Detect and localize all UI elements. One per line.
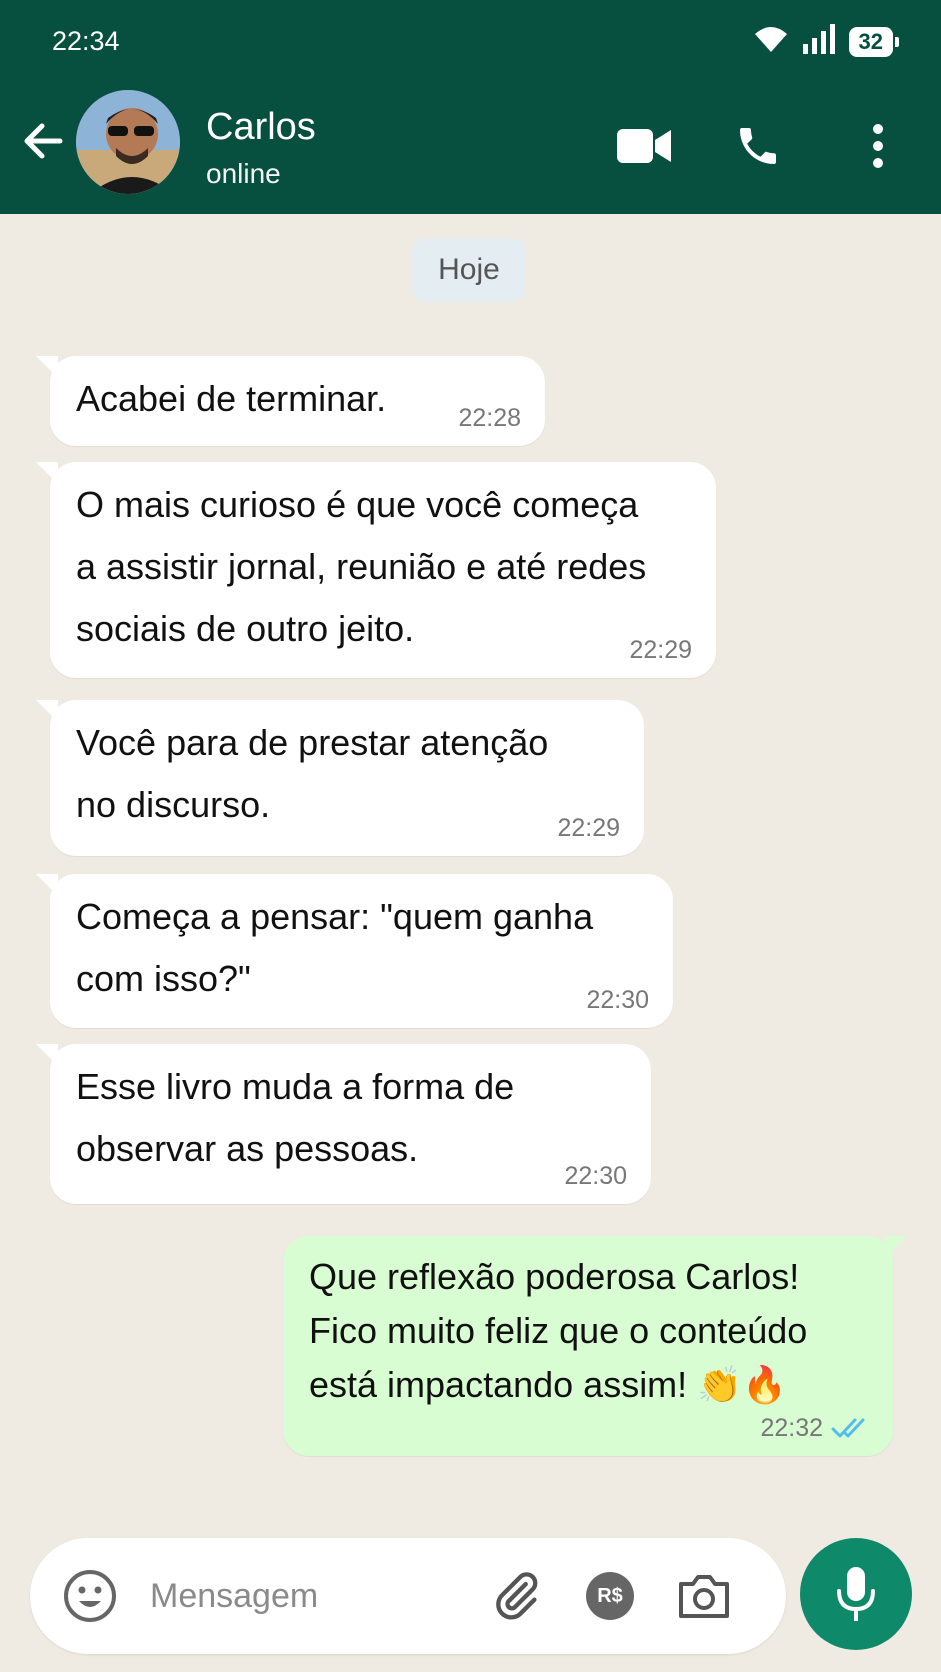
phone-icon [740, 128, 776, 164]
message-time: 22:30 [564, 1162, 627, 1190]
message-bubble[interactable]: O mais curioso é que você começa a assis… [36, 462, 716, 678]
whatsapp-chat-screen: 22:34 32 Carlos online Hoje Acabei de te… [0, 0, 941, 1672]
attach-button[interactable] [486, 1566, 546, 1626]
signal-icon [802, 24, 835, 59]
message-text: Que reflexão poderosa Carlos! Fico muito… [309, 1256, 808, 1405]
back-button[interactable] [20, 118, 66, 164]
message-input[interactable] [150, 1568, 450, 1624]
message-time: 22:30 [586, 986, 649, 1014]
message-time: 22:32 [760, 1414, 823, 1442]
video-call-icon [617, 129, 671, 163]
message-bubble[interactable]: Você para de prestar atenção no discurso… [36, 700, 644, 856]
message-text: Você para de prestar atenção no discurso… [76, 722, 549, 825]
emoji-button[interactable] [60, 1566, 120, 1626]
contact-name[interactable]: Carlos [206, 106, 316, 149]
chat-messages[interactable]: Hoje Acabei de terminar. 22:28 O mais cu… [0, 214, 941, 1672]
message-text: Esse livro muda a forma de observar as p… [76, 1066, 515, 1169]
status-bar-icons: 32 [753, 24, 900, 59]
payment-button[interactable]: R$ [580, 1566, 640, 1626]
status-bar-time: 22:34 [52, 26, 120, 56]
message-composer: R$ [30, 1538, 786, 1654]
chat-header: 22:34 32 Carlos online [0, 0, 941, 214]
message-bubble[interactable]: Acabei de terminar. 22:28 [36, 356, 545, 446]
message-text: O mais curioso é que você começa a assis… [76, 484, 647, 649]
battery-indicator: 32 [848, 26, 900, 57]
camera-icon [679, 1575, 729, 1618]
video-call-button[interactable] [616, 118, 672, 174]
emoji-icon [64, 1570, 116, 1622]
back-arrow-icon [24, 123, 63, 159]
more-options-button[interactable] [850, 118, 906, 174]
attach-icon [496, 1572, 538, 1620]
voice-message-button[interactable] [800, 1538, 912, 1650]
voice-call-button[interactable] [730, 118, 786, 174]
message-time: 22:29 [557, 814, 620, 842]
mic-icon [837, 1567, 875, 1621]
double-check-icon [831, 1418, 865, 1438]
more-options-icon [873, 124, 883, 168]
message-bubble[interactable]: Esse livro muda a forma de observar as p… [36, 1044, 651, 1204]
message-bubble-outgoing[interactable]: Que reflexão poderosa Carlos! Fico muito… [283, 1236, 907, 1456]
message-text: Acabei de terminar. [76, 378, 387, 419]
message-text: Começa a pensar: "quem ganha com isso?" [76, 896, 594, 999]
payment-label: R$ [597, 1584, 623, 1607]
message-time: 22:29 [629, 636, 692, 664]
wifi-icon [753, 24, 789, 59]
message-time: 22:28 [458, 404, 521, 432]
contact-status: online [206, 158, 281, 189]
date-chip: Hoje [412, 238, 526, 302]
camera-button[interactable] [674, 1566, 734, 1626]
message-bubble[interactable]: Começa a pensar: "quem ganha com isso?" … [36, 874, 673, 1028]
avatar[interactable] [76, 90, 180, 194]
message-time-row: 22:32 [760, 1414, 869, 1442]
